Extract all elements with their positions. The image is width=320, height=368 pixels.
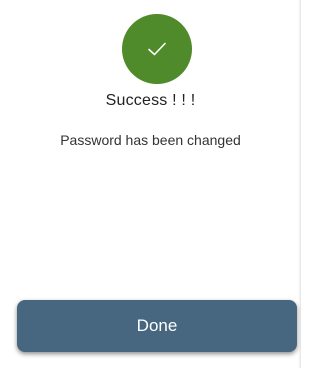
done-button[interactable]: Done xyxy=(17,300,297,352)
success-screen: Success ! ! ! Password has been changed … xyxy=(0,0,301,368)
edge-shadow xyxy=(298,0,301,368)
success-badge xyxy=(122,14,192,84)
success-message: Password has been changed xyxy=(60,132,241,148)
success-title: Success ! ! ! xyxy=(105,92,196,109)
checkmark-icon xyxy=(146,40,168,58)
